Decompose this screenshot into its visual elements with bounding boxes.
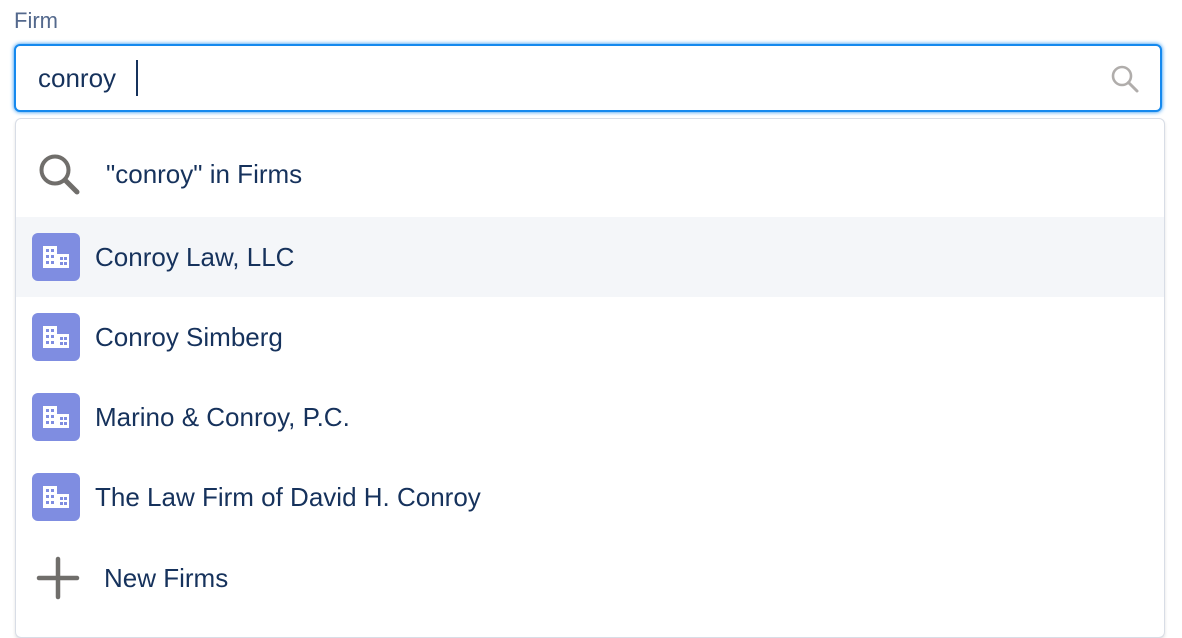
result-label: Conroy Simberg <box>95 321 283 352</box>
result-label: Marino & Conroy, P.C. <box>95 401 350 432</box>
search-icon[interactable] <box>1110 64 1140 94</box>
result-item[interactable]: Conroy Law, LLC <box>16 217 1164 297</box>
result-item[interactable]: Marino & Conroy, P.C. <box>16 377 1164 457</box>
plus-icon <box>36 556 80 600</box>
lookup-dropdown: "conroy" in Firms Conroy Law, LLC Conroy… <box>15 118 1165 638</box>
result-item[interactable]: Conroy Simberg <box>16 297 1164 377</box>
firm-lookup-field[interactable] <box>14 44 1162 112</box>
search-icon <box>39 154 80 195</box>
text-caret <box>136 60 138 96</box>
building-icon <box>32 393 80 441</box>
search-option-label: "conroy" in Firms <box>106 158 303 189</box>
result-label: Conroy Law, LLC <box>95 241 295 272</box>
new-option-label: New Firms <box>104 562 229 593</box>
firm-search-input[interactable] <box>38 46 1098 110</box>
search-in-firms-option[interactable]: "conroy" in Firms <box>16 133 1164 215</box>
building-icon <box>32 233 80 281</box>
result-label: The Law Firm of David H. Conroy <box>95 481 481 512</box>
field-label: Firm <box>14 8 58 33</box>
building-icon <box>32 313 80 361</box>
new-firm-option[interactable]: New Firms <box>16 537 1164 619</box>
result-item[interactable]: The Law Firm of David H. Conroy <box>16 457 1164 537</box>
building-icon <box>32 473 80 521</box>
